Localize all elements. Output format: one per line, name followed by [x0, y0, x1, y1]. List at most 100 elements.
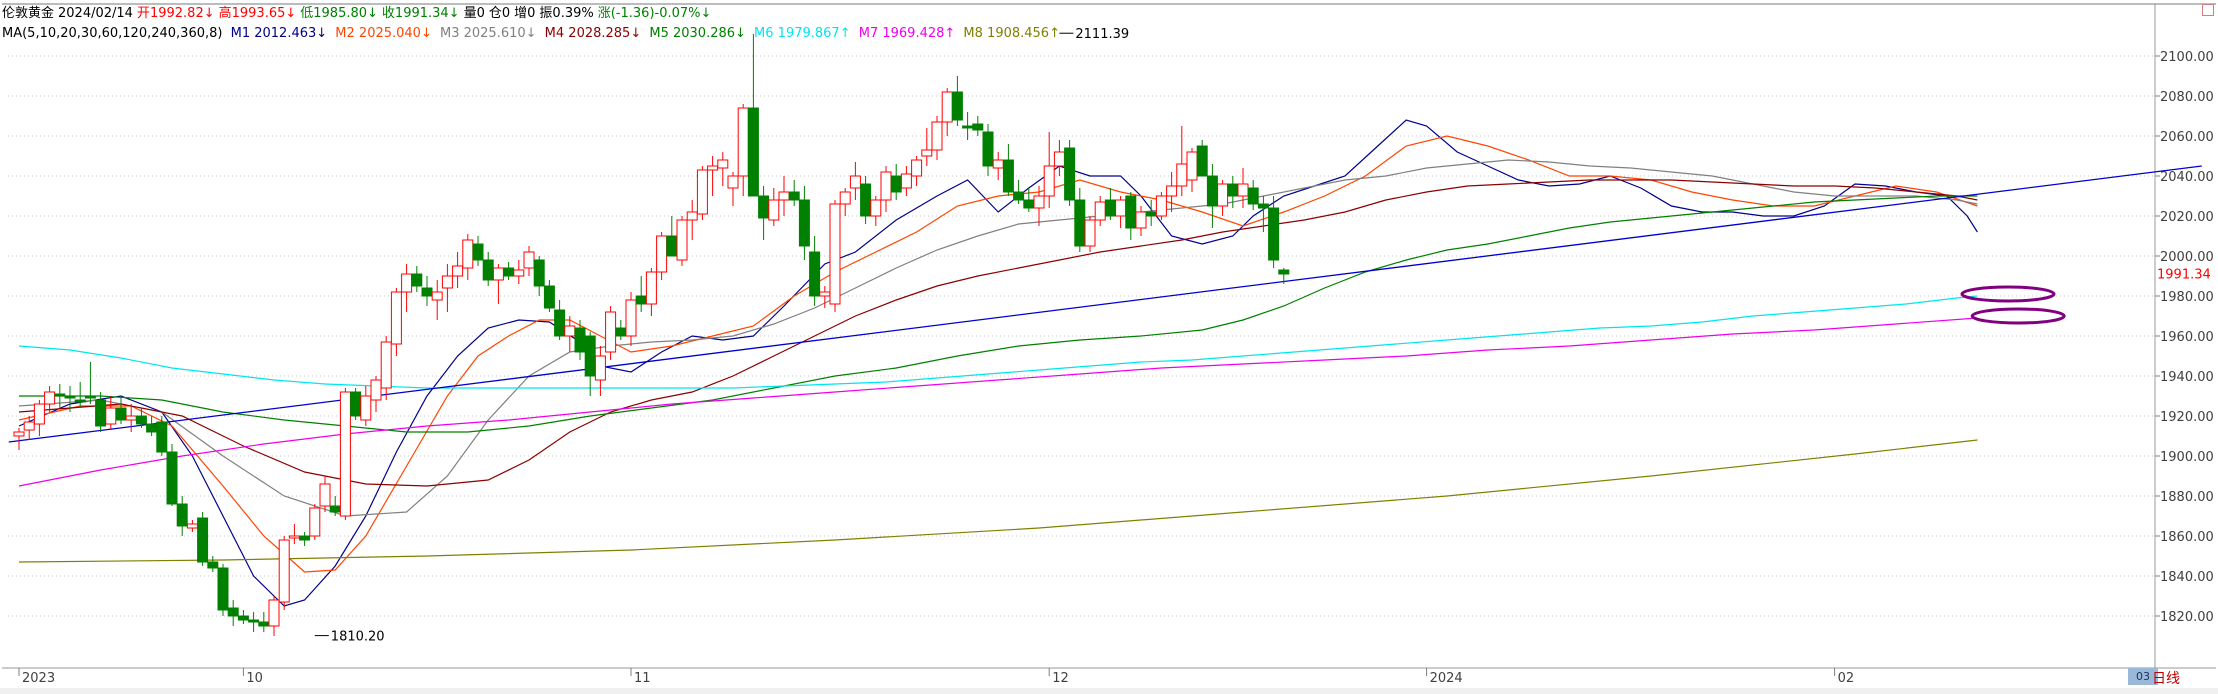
candle-body — [798, 199, 810, 247]
candle-body — [207, 561, 219, 569]
candle-body — [421, 287, 433, 297]
candle-body — [1155, 195, 1167, 217]
y-tick-label: 2000.00 — [2160, 250, 2214, 265]
candle-body — [1217, 183, 1229, 207]
candle-body — [1268, 207, 1280, 261]
candle-body — [972, 123, 984, 131]
candle-body — [441, 275, 453, 289]
candle-body — [594, 355, 606, 381]
candle-body — [1227, 183, 1239, 197]
y-tick-label: 1960.00 — [2160, 330, 2214, 345]
candle-body — [115, 407, 127, 421]
candle-group — [13, 34, 1290, 636]
chart-plot[interactable]: 1820.00 1840.00 1860.00 1880.00 1900.00 1920.… — [0, 0, 2218, 694]
candle-body — [1176, 163, 1188, 187]
candle-body — [1094, 201, 1106, 221]
candle-body — [574, 327, 586, 353]
candle-body — [747, 107, 759, 197]
candle-body — [370, 379, 382, 401]
candle-body — [992, 159, 1004, 169]
candle-body — [1125, 195, 1137, 229]
candle-body — [217, 567, 229, 611]
candle-body — [921, 149, 933, 157]
candle-body — [686, 211, 698, 221]
candle-body — [1074, 199, 1086, 247]
candle-body — [584, 335, 596, 377]
candle-body — [819, 291, 831, 297]
candle-body — [319, 483, 331, 507]
kline-chart[interactable]: 伦敦黄金 2024/02/14 开1992.82↓ 高1993.65↓ 低1985.80… — [0, 0, 2218, 694]
candle-body — [870, 199, 882, 217]
candle-body — [390, 291, 402, 345]
y-tick-label: 2020.00 — [2160, 210, 2214, 225]
highlight-ellipse — [1960, 285, 2056, 303]
candle-body — [962, 125, 974, 129]
candle-body — [452, 265, 464, 277]
candle-body — [166, 451, 178, 505]
candle-body — [1023, 199, 1035, 209]
candle-body — [982, 131, 994, 167]
candle-body — [829, 203, 841, 305]
candle-body — [533, 259, 545, 287]
candle-body — [1196, 145, 1208, 177]
candle-body — [737, 107, 749, 177]
candle-body — [727, 175, 739, 189]
candle-body — [666, 235, 678, 257]
candle-body — [564, 325, 576, 337]
candle-body — [1237, 183, 1249, 197]
y-tick-label: 1820.00 — [2160, 610, 2214, 625]
candle-body — [227, 607, 239, 617]
candle-body — [523, 251, 535, 269]
y-tick-label: 1980.00 — [2160, 290, 2214, 305]
y-tick-label: 2060.00 — [2160, 130, 2214, 145]
candle-body — [951, 91, 963, 121]
candle-body — [503, 267, 515, 277]
candle-body — [146, 423, 158, 433]
candle-body — [329, 505, 341, 513]
candle-body — [900, 173, 912, 189]
candle-body — [849, 175, 861, 189]
candle-body — [645, 271, 657, 305]
candle-body — [839, 191, 851, 205]
candle-body — [248, 619, 260, 623]
y-tick-label: 1860.00 — [2160, 530, 2214, 545]
candle-body — [64, 395, 76, 399]
candle-body — [1247, 187, 1259, 205]
y-tick-label: 1920.00 — [2160, 410, 2214, 425]
candle-body — [656, 235, 668, 273]
period-tab-daily[interactable]: 日线 — [2152, 668, 2180, 688]
candle-body — [880, 171, 892, 201]
candle-body — [299, 535, 311, 541]
y-tick-label: 2040.00 — [2160, 170, 2214, 185]
candle-body — [268, 599, 280, 627]
candle-body — [860, 183, 872, 217]
ma-line-m6 — [18, 295, 1978, 389]
candle-body — [1135, 211, 1147, 229]
candle-body — [258, 621, 270, 627]
candle-body — [1278, 269, 1290, 275]
y-tick-label: 2100.00 — [2160, 50, 2214, 65]
candle-body — [941, 91, 953, 123]
candle-body — [44, 391, 56, 405]
candle-body — [676, 219, 688, 261]
candle-body — [1186, 151, 1198, 181]
y-tick-label: 1940.00 — [2160, 370, 2214, 385]
candle-body — [54, 393, 66, 397]
x-tick-label: 11 — [634, 671, 651, 686]
candle-body — [411, 273, 423, 287]
candle-body — [1104, 199, 1116, 217]
candle-body — [635, 295, 647, 305]
ma-line-m8 — [18, 439, 1978, 563]
y-tick-label: 1840.00 — [2160, 570, 2214, 585]
candle-body — [1033, 195, 1045, 209]
candle-body — [33, 403, 45, 425]
ma-line-m4 — [18, 179, 1978, 487]
candle-body — [401, 273, 413, 293]
candle-body — [431, 291, 443, 301]
candle-body — [176, 503, 188, 527]
candle-body — [1115, 199, 1127, 217]
candle-body — [1053, 151, 1065, 167]
y-tick-label: 1880.00 — [2160, 490, 2214, 505]
candle-body — [1206, 175, 1218, 207]
close-icon[interactable] — [2202, 4, 2214, 16]
